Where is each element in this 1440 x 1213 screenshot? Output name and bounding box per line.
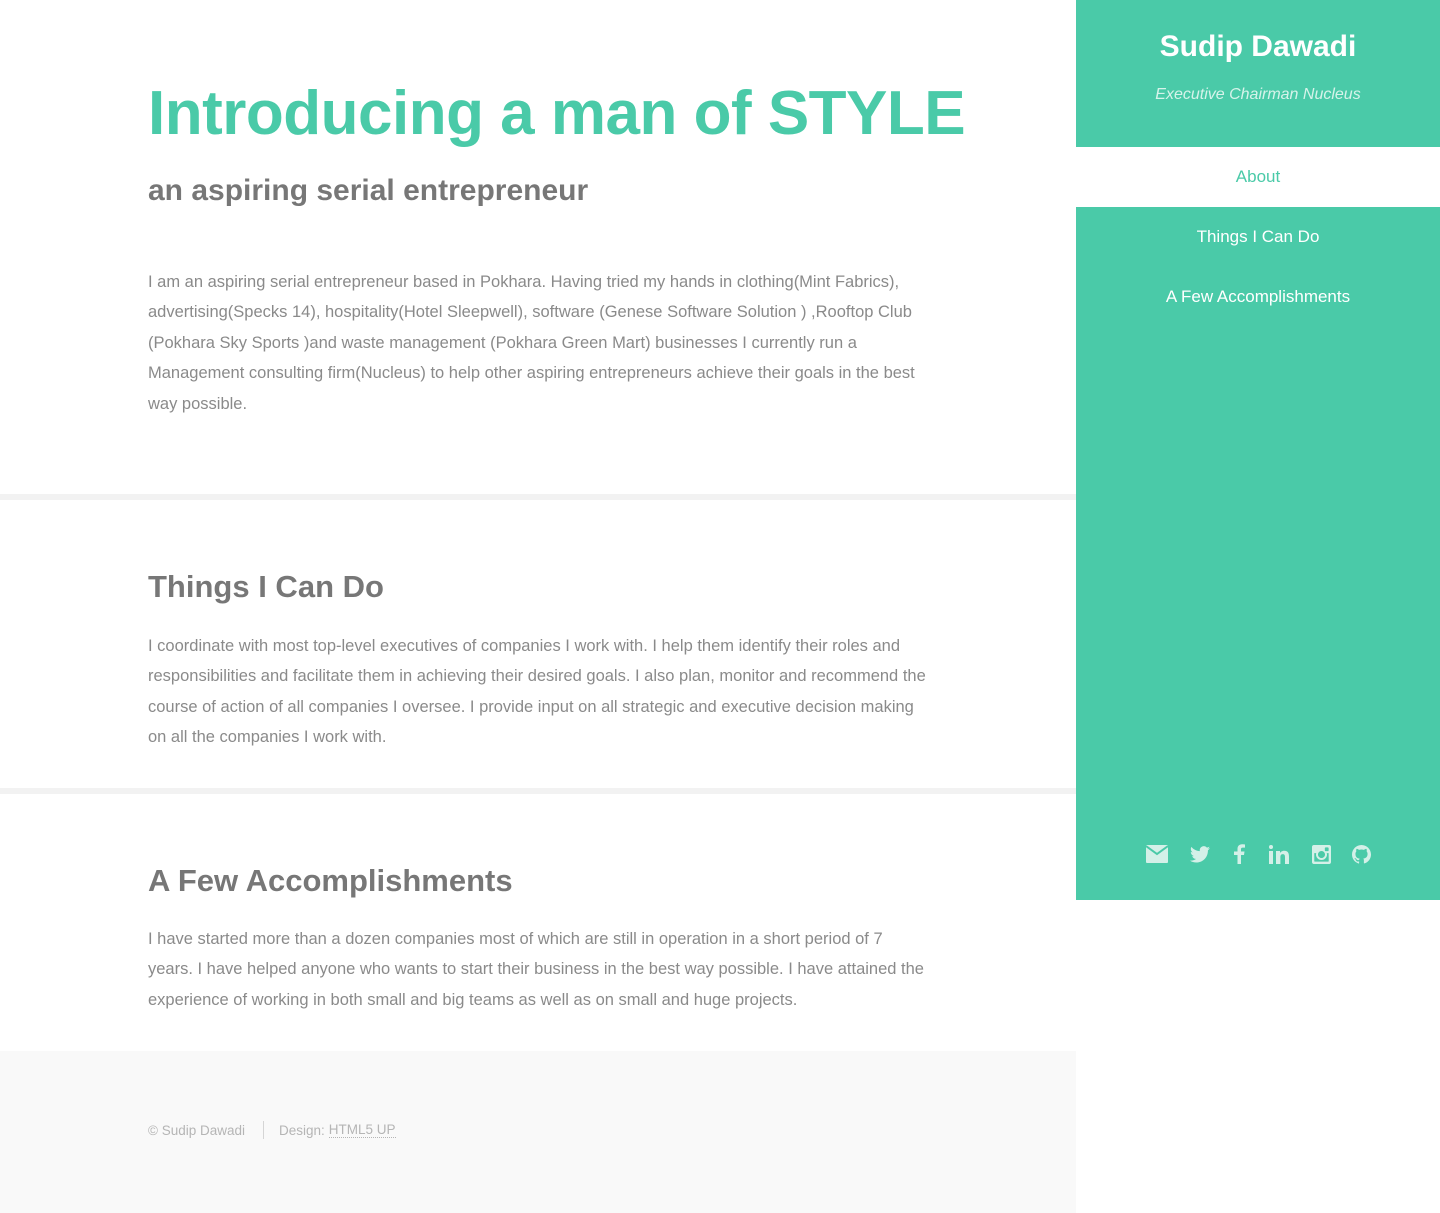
footer: © Sudip Dawadi Design: HTML5 UP bbox=[0, 1051, 1076, 1213]
footer-separator bbox=[263, 1121, 264, 1139]
main-content: Introducing a man of STYLE an aspiring s… bbox=[0, 0, 1076, 1051]
email-icon[interactable] bbox=[1145, 845, 1169, 863]
twitter-icon[interactable] bbox=[1189, 845, 1211, 863]
sidebar-role: Executive Chairman Nucleus bbox=[1155, 86, 1361, 103]
things-paragraph: I coordinate with most top-level executi… bbox=[148, 637, 926, 747]
sidebar: Sudip Dawadi Executive Chairman Nucleus … bbox=[1076, 0, 1440, 900]
nav-item-things[interactable]: Things I Can Do bbox=[1076, 207, 1440, 267]
nav-item-accomplishments[interactable]: A Few Accomplishments bbox=[1076, 267, 1440, 327]
intro-paragraph: I am an aspiring serial entrepreneur bas… bbox=[148, 273, 915, 413]
intro-section: Introducing a man of STYLE an aspiring s… bbox=[0, 0, 1076, 494]
github-icon[interactable] bbox=[1351, 844, 1371, 864]
things-section: Things I Can Do I coordinate with most t… bbox=[0, 500, 1076, 788]
sidebar-nav: About Things I Can Do A Few Accomplishme… bbox=[1076, 147, 1440, 327]
hero-subtitle: an aspiring serial entrepreneur bbox=[148, 174, 589, 207]
footer-design-link[interactable]: HTML5 UP bbox=[328, 1122, 396, 1138]
footer-design-label: Design: bbox=[279, 1122, 325, 1138]
instagram-icon[interactable] bbox=[1311, 844, 1331, 864]
footer-copyright: © Sudip Dawadi bbox=[148, 1122, 245, 1138]
footer-row: © Sudip Dawadi Design: HTML5 UP bbox=[148, 1121, 396, 1139]
accomplishments-section: A Few Accomplishments I have started mor… bbox=[0, 794, 1076, 1051]
sidebar-name: Sudip Dawadi bbox=[1159, 30, 1357, 63]
things-title: Things I Can Do bbox=[148, 569, 384, 604]
linkedin-icon[interactable] bbox=[1269, 844, 1289, 864]
hero-title: Introducing a man of STYLE bbox=[148, 79, 966, 148]
nav-item-about[interactable]: About bbox=[1076, 147, 1440, 207]
facebook-icon[interactable] bbox=[1233, 844, 1245, 864]
accomplishments-paragraph: I have started more than a dozen compani… bbox=[148, 930, 924, 1009]
accomplishments-title: A Few Accomplishments bbox=[148, 863, 513, 898]
social-icons bbox=[1076, 844, 1440, 864]
